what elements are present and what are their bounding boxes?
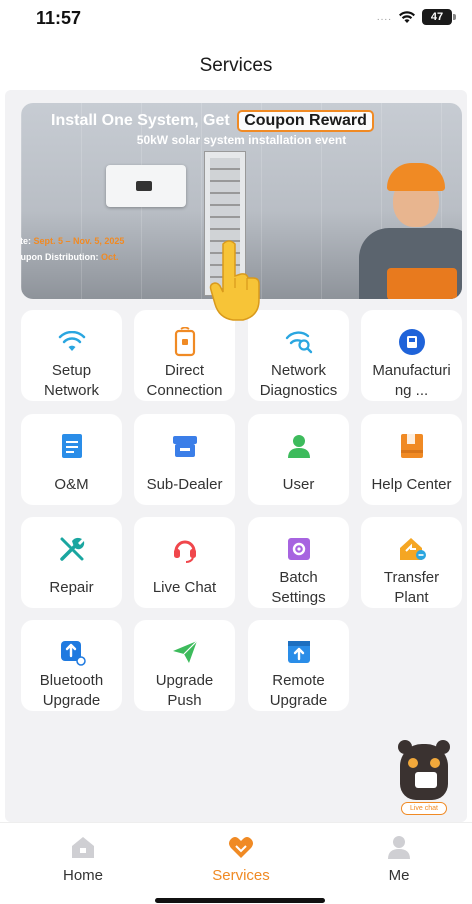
batch-settings-icon bbox=[284, 534, 314, 564]
tile-label: Batch Settings bbox=[271, 569, 326, 606]
pointing-hand-icon bbox=[209, 240, 260, 321]
tile-label: O&M bbox=[54, 476, 89, 493]
services-icon bbox=[229, 837, 253, 858]
bottom-tab-bar: Home Services Me bbox=[0, 822, 472, 904]
tile-remote-upgrade[interactable]: Remote Upgrade bbox=[248, 620, 349, 711]
tile-manufacturing[interactable]: Manufacturi ng ... bbox=[361, 310, 462, 401]
status-indicators: .... 47 bbox=[376, 9, 456, 25]
store-icon bbox=[170, 431, 200, 461]
wifi-icon bbox=[57, 327, 87, 357]
headset-icon bbox=[170, 534, 200, 564]
tile-label: User bbox=[282, 476, 315, 493]
date-value: Sept. 5 – Nov. 5, 2025 bbox=[33, 236, 125, 246]
banner-headline: Install One System, Get Coupon Reward bbox=[51, 110, 374, 132]
date-label: ate: bbox=[21, 236, 32, 246]
status-bar: 11:57 .... 47 bbox=[0, 0, 472, 40]
tile-transfer-plant[interactable]: Transfer Plant bbox=[361, 517, 462, 608]
tile-label: Transfer Plant bbox=[383, 569, 440, 606]
tile-label: Repair bbox=[49, 579, 94, 596]
banner-event-info: ate: Sept. 5 – Nov. 5, 2025 oupon Distri… bbox=[21, 233, 124, 265]
tile-live-chat[interactable]: Live Chat bbox=[134, 517, 235, 608]
send-icon bbox=[170, 637, 200, 667]
inverter-image bbox=[106, 165, 186, 207]
tile-bluetooth-upgrade[interactable]: Bluetooth Upgrade bbox=[21, 620, 122, 711]
bluetooth-upgrade-icon bbox=[57, 637, 87, 667]
help-book-icon bbox=[397, 431, 427, 461]
battery-indicator: 47 bbox=[422, 9, 456, 25]
tile-label: Help Center bbox=[371, 476, 452, 493]
wifi-search-icon bbox=[284, 327, 314, 357]
tab-me[interactable]: Me bbox=[354, 829, 444, 885]
tab-services[interactable]: Services bbox=[196, 829, 286, 885]
phone-connect-icon bbox=[170, 327, 200, 357]
chat-widget-label: Live chat bbox=[401, 802, 447, 815]
home-indicator bbox=[155, 898, 325, 903]
transfer-house-icon bbox=[397, 534, 427, 564]
tile-label: Live Chat bbox=[152, 579, 217, 596]
person-icon bbox=[388, 836, 410, 859]
tile-repair[interactable]: Repair bbox=[21, 517, 122, 608]
tile-om[interactable]: O&M bbox=[21, 414, 122, 505]
tile-label: Network Diagnostics bbox=[259, 362, 338, 399]
chat-bear-icon bbox=[400, 744, 448, 800]
status-time: 11:57 bbox=[36, 8, 82, 28]
tile-batch-settings[interactable]: Batch Settings bbox=[248, 517, 349, 608]
banner-subtitle: 50kW solar system installation event bbox=[136, 133, 347, 147]
tab-label: Home bbox=[62, 867, 103, 884]
tab-label: Me bbox=[388, 867, 410, 884]
tile-network-diagnostics[interactable]: Network Diagnostics bbox=[248, 310, 349, 401]
coupon-reward-highlight: Coupon Reward bbox=[237, 110, 374, 132]
tile-sub-dealer[interactable]: Sub-Dealer bbox=[134, 414, 235, 505]
home-icon bbox=[72, 837, 94, 858]
wifi-status-icon bbox=[399, 11, 415, 23]
coupon-distribution-value: Oct. bbox=[101, 252, 119, 262]
signal-icon: .... bbox=[376, 11, 392, 23]
wrench-icon bbox=[57, 534, 87, 564]
tile-label: Upgrade Push bbox=[155, 672, 214, 709]
tile-user[interactable]: User bbox=[248, 414, 349, 505]
tile-label: Sub-Dealer bbox=[146, 476, 223, 493]
live-chat-widget[interactable]: Live chat bbox=[397, 740, 451, 816]
tile-label: Remote Upgrade bbox=[269, 672, 328, 709]
user-icon bbox=[284, 431, 314, 461]
document-icon bbox=[57, 431, 87, 461]
remote-upgrade-icon bbox=[284, 637, 314, 667]
tile-label: Setup Network bbox=[43, 362, 99, 399]
tile-label: Direct Connection bbox=[146, 362, 223, 399]
page-title: Services bbox=[199, 55, 273, 76]
tile-help-center[interactable]: Help Center bbox=[361, 414, 462, 505]
tile-setup-network[interactable]: Setup Network bbox=[21, 310, 122, 401]
tab-label: Services bbox=[212, 867, 270, 884]
tile-label: Manufacturi ng ... bbox=[372, 362, 451, 399]
manufacturing-icon bbox=[397, 327, 427, 357]
tab-home[interactable]: Home bbox=[38, 829, 128, 885]
worker-image bbox=[351, 143, 462, 299]
banner-headline-text: Install One System, Get bbox=[51, 112, 230, 129]
tile-upgrade-push[interactable]: Upgrade Push bbox=[134, 620, 235, 711]
tile-direct-connection[interactable]: Direct Connection bbox=[134, 310, 235, 401]
tile-label: Bluetooth Upgrade bbox=[39, 672, 104, 709]
coupon-distribution-label: oupon Distribution: bbox=[21, 252, 99, 262]
